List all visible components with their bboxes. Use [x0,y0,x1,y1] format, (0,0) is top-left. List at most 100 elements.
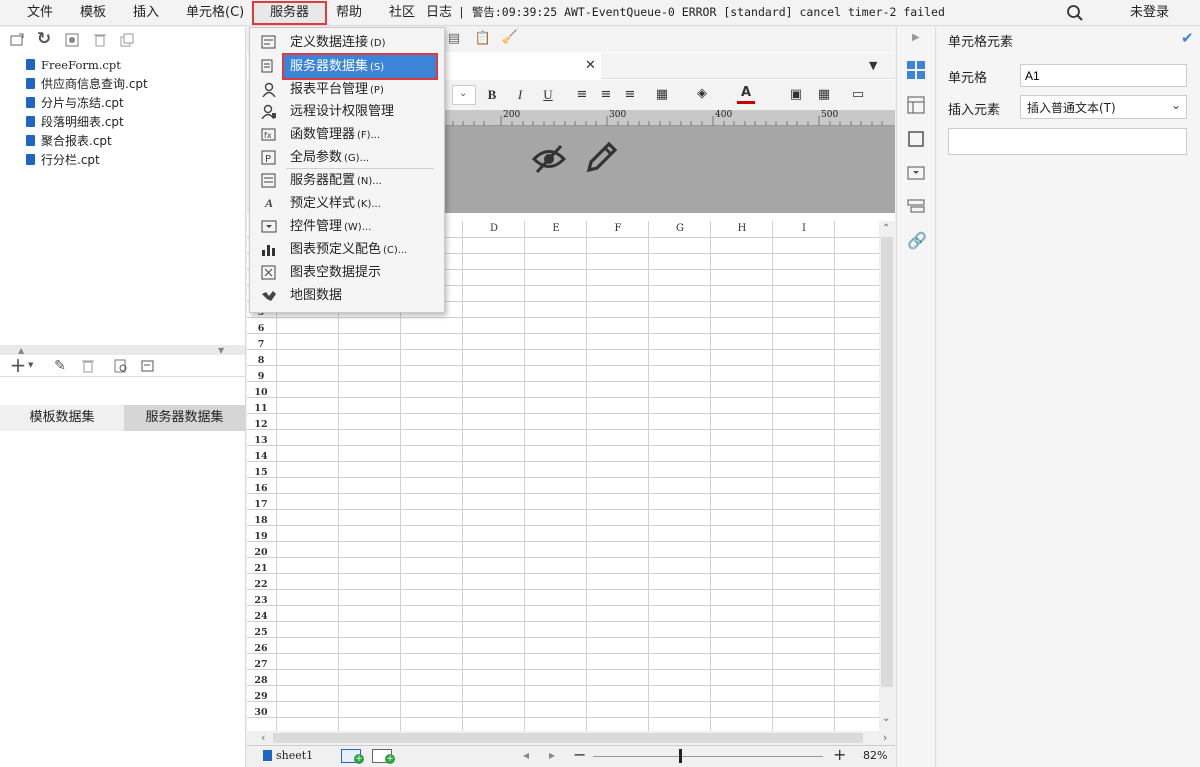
menu-item-remote-permission[interactable]: 远程设计权限管理 [250,100,444,123]
scroll-left-icon[interactable]: ‹ [261,731,265,744]
tab-server-dataset[interactable]: 服务器数据集 [124,405,245,431]
column-header[interactable]: I [773,221,835,237]
file-item[interactable]: 段落明细表.cpt [26,113,124,131]
preview-icon[interactable] [113,358,129,374]
file-item[interactable]: 分片与冻结.cpt [26,94,124,112]
chevron-down-icon[interactable]: ▼ [28,361,33,369]
zoom-out-icon[interactable]: − [573,745,586,764]
bold-icon[interactable]: B [483,86,501,104]
row-header[interactable]: 7 [247,337,275,353]
column-header[interactable]: D [463,221,525,237]
row-header[interactable]: 18 [247,513,275,529]
scroll-right-icon[interactable]: › [883,731,887,744]
row-header[interactable]: 23 [247,593,275,609]
refresh-icon[interactable]: ↻ [36,31,52,48]
login-button[interactable]: 未登录 [1130,0,1169,26]
align-left-icon[interactable]: ≡ [573,86,591,104]
dataset-edit-icon[interactable] [140,358,156,374]
row-header[interactable]: 26 [247,641,275,657]
vertical-scrollbar[interactable]: ⌃ ⌄ [879,221,895,731]
zoom-slider-handle[interactable] [679,749,682,763]
file-item[interactable]: FreeForm.cpt [26,56,121,74]
delete-icon[interactable] [80,358,96,374]
menu-item-platform[interactable]: 报表平台管理 (P) [250,78,444,101]
new-folder-icon[interactable] [9,32,25,48]
row-header[interactable]: 21 [247,561,275,577]
unmerge-cell-icon[interactable]: ▦ [815,86,833,104]
float-element-icon[interactable] [907,130,925,152]
menu-item-predefined-style[interactable]: A 预定义样式 (K)... [250,192,444,215]
align-center-icon[interactable]: ≡ [597,86,615,104]
apply-check-icon[interactable]: ✔ [1181,29,1194,47]
row-header[interactable]: 22 [247,577,275,593]
row-header[interactable]: 20 [247,545,275,561]
menu-file[interactable]: 文件 [27,0,53,26]
horizontal-scrollbar[interactable]: ‹ › [247,731,895,745]
scroll-down-icon[interactable]: ⌄ [882,713,890,724]
column-header[interactable]: F [587,221,649,237]
row-header[interactable]: 10 [247,385,275,401]
row-header[interactable]: 27 [247,657,275,673]
border-icon[interactable]: ▦ [653,86,671,104]
row-header[interactable]: 30 [247,705,275,721]
prev-sheet-icon[interactable]: ◂ [523,748,529,762]
zoom-slider[interactable] [593,756,823,757]
splitter[interactable]: ▲ ▼ [0,345,245,355]
edit-pencil-icon[interactable] [583,140,618,180]
hide-eye-icon[interactable] [531,142,567,180]
row-header[interactable]: 28 [247,673,275,689]
menu-item-widget-manager[interactable]: 控件管理 (W)... [250,215,444,238]
paste-icon[interactable]: ▤ [445,30,463,48]
tab-list-icon[interactable]: ▼ [869,59,877,72]
insert-element-select[interactable]: 插入普通文本(T) ⌄ [1020,95,1187,119]
cell-element-icon[interactable] [907,61,925,83]
row-header[interactable]: 11 [247,401,275,417]
expand-panel-icon[interactable]: ▶ [912,32,920,43]
paste-special-icon[interactable]: 📋 [474,30,492,48]
close-icon[interactable]: ✕ [585,58,596,73]
row-header[interactable]: 16 [247,481,275,497]
menu-item-chart-color[interactable]: 图表预定义配色 (C)... [250,238,444,261]
menu-template[interactable]: 模板 [80,0,106,26]
menu-community[interactable]: 社区 [389,0,415,26]
row-header[interactable]: 15 [247,465,275,481]
row-header[interactable]: 19 [247,529,275,545]
hyperlink-icon[interactable]: 🔗 [907,231,927,250]
widget-settings-icon[interactable] [907,164,925,186]
collapse-down-icon[interactable]: ▼ [218,346,224,355]
zoom-in-icon[interactable]: + [833,745,846,764]
menu-insert[interactable]: 插入 [133,0,159,26]
cell-content-input[interactable] [948,128,1187,155]
fill-color-icon[interactable]: ◈ [693,85,711,103]
row-header[interactable]: 14 [247,449,275,465]
cell-attribute-icon[interactable] [907,96,925,118]
column-header[interactable]: G [649,221,711,237]
merge-cell-icon[interactable]: ▣ [787,86,805,104]
condition-attribute-icon[interactable] [907,198,925,220]
wrap-icon[interactable]: ▭ [849,86,867,104]
menu-log[interactable]: 日志 [426,0,452,26]
h-scroll-thumb[interactable] [273,733,863,743]
menu-item-server-dataset[interactable]: 服务器数据集 (S) [261,53,438,80]
add-icon[interactable]: + [8,355,28,375]
row-header[interactable]: 13 [247,433,275,449]
add-sheet-icon[interactable]: + [341,749,364,764]
cell-name-input[interactable] [1020,64,1187,87]
row-header[interactable]: 29 [247,689,275,705]
font-size-select[interactable]: ⌄ [452,85,476,105]
menu-help[interactable]: 帮助 [336,0,362,26]
search-icon[interactable] [1066,4,1084,22]
next-sheet-icon[interactable]: ▸ [549,748,555,762]
italic-icon[interactable]: I [511,86,529,104]
menu-server[interactable]: 服务器 [252,1,328,25]
row-header[interactable]: 25 [247,625,275,641]
menu-item-chart-empty[interactable]: 图表空数据提示 [250,261,444,284]
row-header[interactable]: 9 [247,369,275,385]
copy-icon[interactable] [119,32,135,48]
menu-item-map-data[interactable]: 地图数据 [250,284,444,307]
delete-icon[interactable] [92,32,108,48]
scroll-up-icon[interactable]: ⌃ [882,223,890,234]
file-item[interactable]: 供应商信息查询.cpt [26,75,148,93]
row-header[interactable]: 8 [247,353,275,369]
row-header[interactable]: 17 [247,497,275,513]
